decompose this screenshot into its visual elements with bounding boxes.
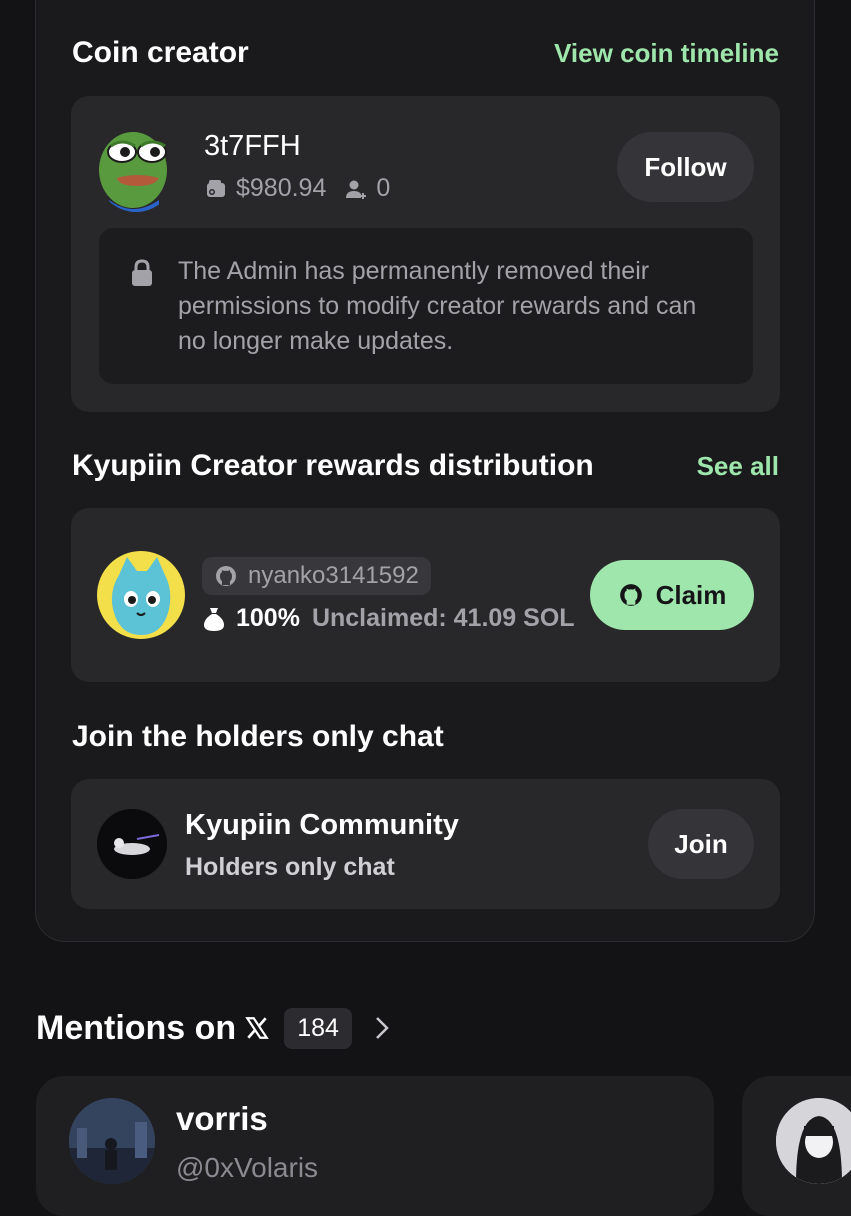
chevron-right-icon[interactable] <box>372 1014 392 1042</box>
claim-label: Claim <box>655 579 727 610</box>
github-icon <box>619 584 642 606</box>
creator-followers: 0 <box>376 174 391 202</box>
mentions-title: Mentions on <box>36 1008 237 1047</box>
chat-header: Join the holders only chat <box>72 720 779 754</box>
community-subtitle: Holders only chat <box>185 853 395 881</box>
coin-creator-title: Coin creator <box>72 36 249 69</box>
mention-card[interactable] <box>742 1076 851 1216</box>
rewards-title: Kyupiin Creator rewards distribution <box>72 449 594 482</box>
unclaimed-amount: Unclaimed: 41.09 SOL <box>311 604 575 632</box>
chat-panel: Kyupiin Community Holders only chat Join <box>71 779 780 909</box>
view-coin-timeline-link[interactable]: View coin timeline <box>554 38 779 69</box>
mention-author-handle: @0xVolaris <box>176 1152 319 1183</box>
chat-title: Join the holders only chat <box>72 720 444 753</box>
community-name: Kyupiin Community <box>185 809 459 841</box>
follow-button[interactable]: Follow <box>617 132 754 202</box>
mentions-header[interactable]: Mentions on 184 <box>36 1006 392 1050</box>
mentions-count-badge: 184 <box>284 1007 352 1049</box>
reward-share-row: 100% Unclaimed: 41.09 SOL <box>202 604 575 633</box>
creator-panel: 3t7FFH $980.94 0 Follow The Admin has pe… <box>71 96 780 412</box>
lock-notice-text: The Admin has permanently removed their … <box>178 257 697 355</box>
rewards-header: Kyupiin Creator rewards distribution See… <box>72 449 779 483</box>
lock-notice: The Admin has permanently removed their … <box>99 228 753 384</box>
rewards-panel: nyanko3141592 100% Unclaimed: 41.09 SOL … <box>71 508 780 682</box>
mention-author-avatar[interactable] <box>69 1098 155 1184</box>
lock-icon <box>132 259 152 286</box>
followers-icon <box>346 180 367 199</box>
community-avatar[interactable] <box>97 809 167 879</box>
coin-creator-header: Coin creator View coin timeline <box>72 36 779 70</box>
creator-balance: $980.94 <box>236 174 327 202</box>
creator-avatar[interactable] <box>97 126 175 212</box>
claim-button[interactable]: Claim <box>590 560 754 630</box>
money-bag-icon <box>204 607 224 631</box>
see-all-link[interactable]: See all <box>697 451 779 482</box>
creator-stats: $980.94 0 <box>204 174 390 203</box>
join-button[interactable]: Join <box>648 809 754 879</box>
github-icon <box>216 566 236 586</box>
x-logo-icon <box>245 1017 269 1039</box>
creator-username[interactable]: 3t7FFH <box>204 130 301 163</box>
github-username: nyanko3141592 <box>248 562 419 589</box>
github-user-chip[interactable]: nyanko3141592 <box>202 557 431 595</box>
mention-card[interactable]: vorris @0xVolaris <box>36 1076 714 1216</box>
wallet-icon <box>207 179 225 197</box>
mention-author-name: vorris <box>176 1100 268 1137</box>
reward-recipient-avatar[interactable] <box>97 551 185 639</box>
mention-author-avatar[interactable] <box>776 1098 851 1184</box>
reward-share: 100% <box>236 604 300 632</box>
